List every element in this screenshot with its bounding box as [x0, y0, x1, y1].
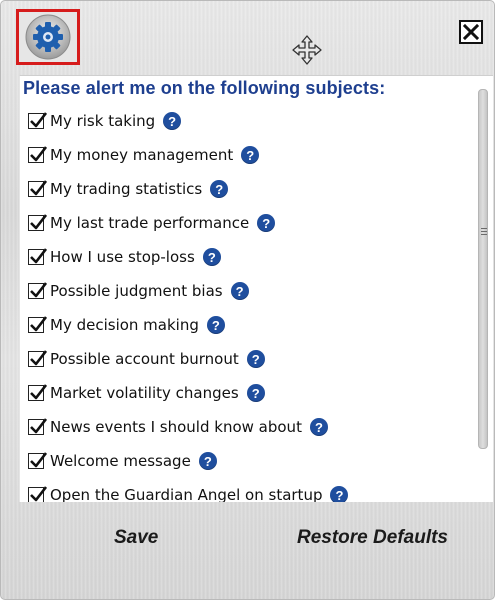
checkmark-icon [30, 452, 47, 468]
subject-label[interactable]: My last trade performance [50, 214, 249, 232]
help-icon[interactable]: ? [257, 214, 276, 232]
help-icon[interactable]: ? [246, 384, 265, 402]
move-icon [292, 35, 322, 65]
checkmark-icon [30, 384, 47, 400]
subject-checkbox[interactable] [28, 248, 47, 265]
subject-checkbox[interactable] [28, 146, 47, 163]
subject-label[interactable]: Open the Guardian Angel on startup [50, 486, 322, 502]
subject-item: Welcome message? [28, 450, 217, 472]
checkmark-icon [30, 112, 47, 128]
subject-label[interactable]: Market volatility changes [50, 384, 239, 402]
move-handle[interactable] [291, 34, 323, 66]
help-icon[interactable]: ? [330, 486, 349, 502]
checkmark-icon [30, 146, 47, 162]
help-icon[interactable]: ? [246, 350, 265, 368]
help-icon[interactable]: ? [198, 452, 217, 470]
subject-checkbox[interactable] [28, 214, 47, 231]
subject-item: Possible account burnout? [28, 348, 265, 370]
restore-defaults-button[interactable]: Restore Defaults [297, 527, 448, 549]
subject-label[interactable]: My money management [50, 146, 233, 164]
checkmark-icon [30, 486, 47, 502]
help-icon[interactable]: ? [241, 146, 260, 164]
save-button[interactable]: Save [114, 527, 158, 549]
subject-label[interactable]: Welcome message [50, 452, 191, 470]
subject-item: My last trade performance? [28, 212, 276, 234]
subject-item: How I use stop-loss? [28, 246, 221, 268]
subject-item: My decision making? [28, 314, 225, 336]
panel-title: Please alert me on the following subject… [23, 78, 386, 98]
subject-item: My risk taking? [28, 110, 182, 132]
subject-item: Market volatility changes? [28, 382, 265, 404]
checkmark-icon [30, 180, 47, 196]
alert-settings-window: Please alert me on the following subject… [0, 0, 495, 600]
subject-label[interactable]: My decision making [50, 316, 199, 334]
checkmark-icon [30, 282, 47, 298]
subject-checkbox[interactable] [28, 384, 47, 401]
close-icon [463, 24, 479, 40]
subject-label[interactable]: Possible account burnout [50, 350, 239, 368]
subject-label[interactable]: News events I should know about [50, 418, 302, 436]
scroll-grip-icon [481, 228, 487, 237]
gear-icon [25, 14, 71, 60]
subject-label[interactable]: My trading statistics [50, 180, 202, 198]
subject-item: Open the Guardian Angel on startup? [28, 484, 349, 502]
subject-checkbox[interactable] [28, 486, 47, 502]
close-button[interactable] [459, 20, 483, 44]
checkmark-icon [30, 350, 47, 366]
scrollbar[interactable] [475, 75, 491, 501]
help-icon[interactable]: ? [309, 418, 328, 436]
scroll-thumb[interactable] [478, 89, 488, 449]
subject-checkbox[interactable] [28, 350, 47, 367]
help-icon[interactable]: ? [202, 248, 221, 266]
subject-label[interactable]: Possible judgment bias [50, 282, 223, 300]
subject-checkbox[interactable] [28, 112, 47, 129]
subject-item: News events I should know about? [28, 416, 328, 438]
subject-checkbox[interactable] [28, 316, 47, 333]
subjects-panel: Please alert me on the following subject… [19, 75, 493, 502]
checkmark-icon [30, 214, 47, 230]
help-icon[interactable]: ? [210, 180, 229, 198]
help-icon[interactable]: ? [230, 282, 249, 300]
subject-item: My trading statistics? [28, 178, 229, 200]
subject-label[interactable]: How I use stop-loss [50, 248, 195, 266]
help-icon[interactable]: ? [163, 112, 182, 130]
subject-checkbox[interactable] [28, 282, 47, 299]
subject-checkbox[interactable] [28, 180, 47, 197]
help-icon[interactable]: ? [206, 316, 225, 334]
subject-item: Possible judgment bias? [28, 280, 249, 302]
subject-checkbox[interactable] [28, 418, 47, 435]
checkmark-icon [30, 248, 47, 264]
checkmark-icon [30, 316, 47, 332]
checkmark-icon [30, 418, 47, 434]
subject-item: My money management? [28, 144, 260, 166]
settings-button[interactable] [16, 9, 80, 65]
subject-checkbox[interactable] [28, 452, 47, 469]
subject-label[interactable]: My risk taking [50, 112, 155, 130]
